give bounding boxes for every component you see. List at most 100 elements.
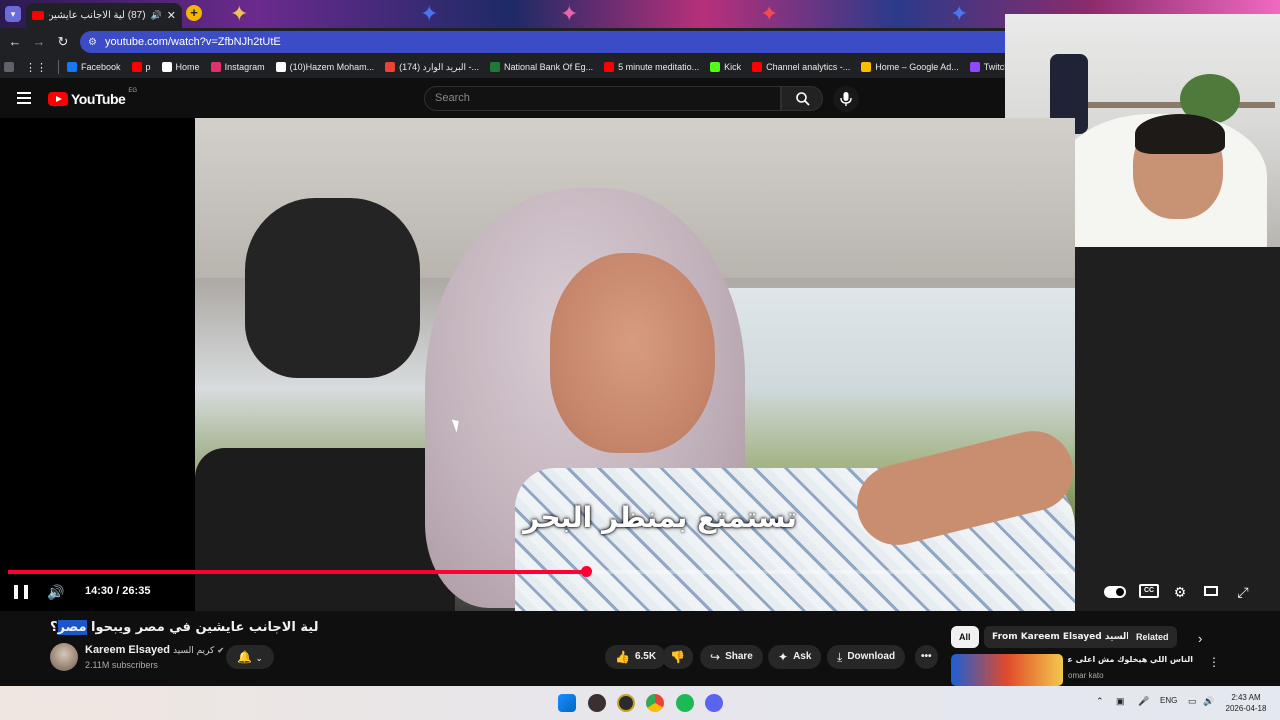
recommended-title[interactable]: الناس اللي هيخلوك مش اعلى عصب عقلك (1068, 655, 1193, 664)
video-title: لية الاجانب عايشين في مصر ويبحوا مصر؟ (50, 620, 319, 635)
more-vertical-icon[interactable]: ⋮ (1208, 655, 1220, 669)
subscriber-count: 2.11M subscribers (85, 660, 158, 670)
apps-grid-icon[interactable]: ⋮⋮ (25, 61, 47, 74)
dislike-button[interactable]: 👎 (662, 645, 693, 669)
chip-all[interactable]: All (951, 626, 979, 648)
channel-name[interactable]: Kareem Elsayed كريم السيد ✔ (85, 644, 224, 656)
speaker-tray-icon[interactable]: 🔊 (1203, 696, 1214, 707)
bookmark-item[interactable]: 5 minute meditatio... (604, 62, 699, 73)
bookmark-label: 5 minute meditatio... (618, 62, 700, 72)
bookmark-item[interactable]: Facebook (67, 62, 121, 73)
youtube-icon (131, 62, 142, 72)
toggle-icon (1104, 586, 1126, 598)
country-code: EG (128, 88, 137, 94)
obs-icon[interactable] (588, 694, 606, 712)
volume-icon[interactable]: 🔊 (47, 584, 64, 601)
close-tab-icon[interactable]: ✕ (167, 9, 176, 22)
star-decoration-icon: ✦ (420, 1, 439, 26)
tab-search-button[interactable]: ▾ (5, 6, 21, 22)
captions-icon: CC (1139, 584, 1159, 598)
like-count: 6.5K (634, 651, 657, 662)
discord-icon[interactable] (705, 694, 723, 712)
site-info-icon[interactable]: ⚙ (88, 37, 97, 48)
bookmark-item[interactable]: p (131, 62, 151, 73)
captions-button[interactable]: CC (1139, 584, 1159, 600)
star-decoration-icon: ✦ (950, 1, 969, 26)
voice-search-button[interactable] (833, 86, 859, 112)
channel-avatar[interactable] (50, 643, 78, 671)
bookmark-label: p (145, 62, 151, 72)
ask-button[interactable]: ✦ Ask (768, 645, 822, 669)
bookmark-item[interactable]: Channel analytics -... (752, 62, 850, 73)
tiktok-icon (275, 62, 286, 72)
bookmark-item[interactable]: (174) البريد الوارد -... (385, 62, 479, 73)
notification-bell-button[interactable]: 🔔 ⌄ (226, 645, 274, 669)
microphone-tray-icon[interactable]: 🎤 (1138, 696, 1149, 707)
chevron-right-icon[interactable]: › (1198, 631, 1202, 646)
microphone-icon (840, 92, 852, 106)
share-button[interactable]: ↪ Share (700, 645, 763, 669)
tray-app-icon[interactable]: ▣ (1116, 696, 1125, 707)
star-decoration-icon: ✦ (560, 1, 579, 26)
bookmark-item[interactable]: National Bank Of Eg... (490, 62, 593, 73)
theater-mode-button[interactable] (1201, 584, 1221, 600)
like-button[interactable]: 👍 6.5K (605, 645, 667, 669)
bookmark-label: National Bank Of Eg... (504, 62, 594, 72)
fullscreen-button[interactable]: ⤢ (1233, 584, 1253, 600)
youtube-icon (752, 62, 763, 72)
bookmarks-menu-icon[interactable] (4, 62, 14, 72)
back-button[interactable]: ← (3, 30, 27, 54)
autoplay-toggle[interactable] (1104, 584, 1126, 600)
bookmark-item[interactable]: Twitch (969, 62, 1005, 73)
bookmark-item[interactable]: Kick (710, 62, 741, 73)
youtube-logo[interactable]: YouTube EG (48, 88, 137, 107)
new-tab-button[interactable]: + (186, 5, 202, 21)
bookmark-item[interactable]: (10)Hazem Moham... (275, 62, 374, 73)
pause-button[interactable] (14, 585, 28, 599)
bookmark-label: Twitch (983, 62, 1005, 72)
video-player[interactable]: تستمتع بمنظر البحر (0, 118, 1075, 611)
download-button[interactable]: ⤓ Download (827, 645, 906, 669)
google-ads-icon (861, 62, 872, 72)
speaker-icon[interactable]: 🔊 (151, 10, 162, 21)
language-indicator[interactable]: ENG (1160, 696, 1177, 705)
download-label: Download (847, 651, 896, 662)
progress-bar[interactable] (8, 566, 1068, 577)
video-title-suffix: ؟ (50, 620, 58, 635)
bookmark-item[interactable]: Home – Google Ad... (861, 62, 959, 73)
recommended-thumbnail[interactable] (951, 654, 1063, 686)
car-seat (195, 448, 455, 611)
app-icon[interactable] (617, 694, 635, 712)
reload-button[interactable]: ↻ (51, 30, 75, 54)
chrome-icon[interactable] (646, 694, 664, 712)
settings-button[interactable]: ⚙ (1170, 584, 1190, 600)
x-icon (161, 62, 172, 72)
bookmark-item[interactable]: Home (161, 62, 200, 73)
chevron-up-icon[interactable]: ⌃ (1096, 696, 1104, 707)
spotify-icon[interactable] (676, 694, 694, 712)
bookmark-item[interactable]: Instagram (210, 62, 265, 73)
gear-icon: ⚙ (1173, 584, 1187, 600)
gmail-icon (385, 62, 396, 72)
recommended-channel[interactable]: omar kato (1068, 671, 1104, 680)
youtube-favicon-icon (32, 11, 44, 20)
facebook-icon (67, 62, 77, 72)
windows-start-icon[interactable] (558, 694, 576, 712)
taskbar-clock[interactable]: 2:43 AM 2026-04-18 (1218, 692, 1274, 714)
more-actions-button[interactable]: ••• (915, 645, 938, 669)
search-button[interactable] (781, 86, 823, 111)
thumbs-down-icon: 👎 (670, 650, 685, 664)
bookmark-label: Kick (724, 62, 742, 72)
car-headrest (245, 198, 420, 378)
chip-related[interactable]: Related (1128, 626, 1177, 648)
address-bar[interactable]: ⚙ youtube.com/watch?v=ZfbNJh2tUtE (80, 31, 1005, 53)
menu-hamburger-icon[interactable] (17, 92, 31, 104)
browser-toolbar: ← → ↻ ⚙ youtube.com/watch?v=ZfbNJh2tUtE (0, 28, 1005, 56)
search-input[interactable]: Search (424, 86, 781, 111)
network-icon[interactable]: ▭ (1188, 696, 1197, 707)
forward-button[interactable]: → (27, 30, 51, 54)
progress-scrubber[interactable] (580, 566, 592, 577)
sparkle-icon: ✦ (778, 650, 789, 664)
active-tab[interactable]: (87) لية الاجانب عايشين في مصر ويبحوا مص… (26, 3, 182, 28)
youtube-wordmark: YouTube (71, 91, 126, 107)
